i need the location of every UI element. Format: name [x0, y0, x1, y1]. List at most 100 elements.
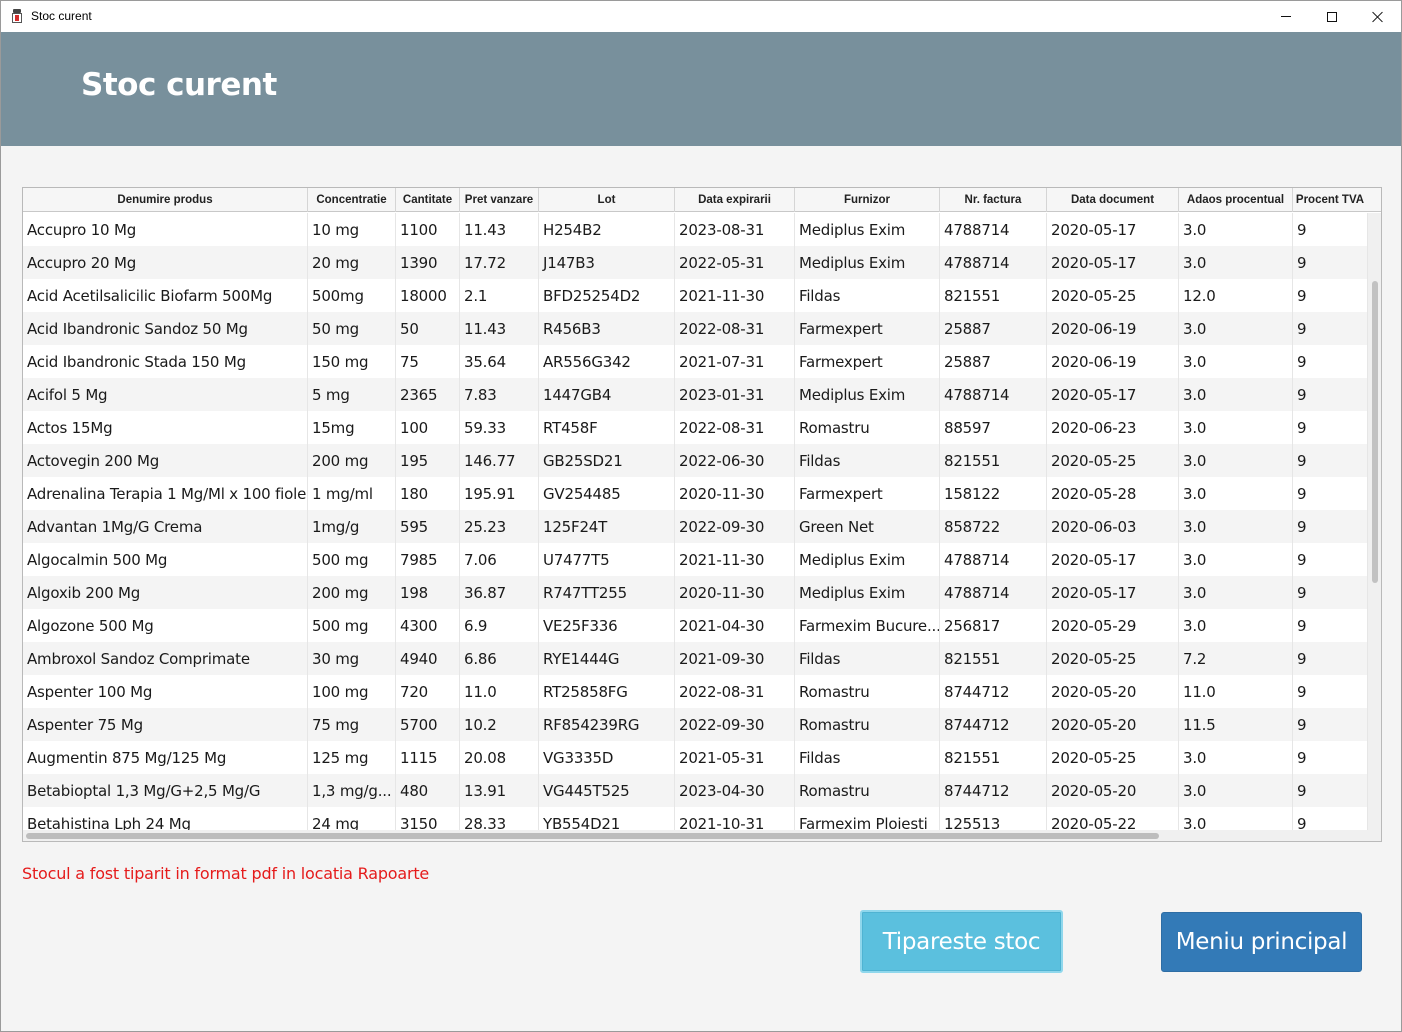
table-row[interactable]: Acid Acetilsalicilic Biofarm 500Mg 500mg 1… [23, 279, 1368, 312]
cell-lot: VE25F336 [539, 609, 675, 642]
cell-tva: 9 [1293, 345, 1368, 378]
cell-denumire: Acifol 5 Mg [23, 378, 308, 411]
cell-denumire: Augmentin 875 Mg/125 Mg [23, 741, 308, 774]
table-row[interactable]: Actovegin 200 Mg 200 mg 195 146.77 GB25SD21 2… [23, 444, 1368, 477]
cell-pret: 7.83 [460, 378, 539, 411]
table-row[interactable]: Betahistina Lph 24 Mg 24 mg 3150 28.33 YB554… [23, 807, 1368, 830]
cell-tva: 9 [1293, 675, 1368, 708]
cell-cantitate: 3150 [396, 807, 460, 830]
cell-cantitate: 18000 [396, 279, 460, 312]
cell-lot: R747TT255 [539, 576, 675, 609]
cell-tva: 9 [1293, 543, 1368, 576]
cell-lot: 125F24T [539, 510, 675, 543]
cell-cantitate: 100 [396, 411, 460, 444]
cell-cantitate: 1390 [396, 246, 460, 279]
cell-nr-factura: 158122 [940, 477, 1047, 510]
cell-concentratie: 24 mg [308, 807, 396, 830]
cell-tva: 9 [1293, 378, 1368, 411]
stock-table[interactable]: Denumire produs Concentratie Cantitate P… [22, 187, 1382, 842]
table-row[interactable]: Algoxib 200 Mg 200 mg 198 36.87 R747TT255 202… [23, 576, 1368, 609]
cell-furnizor: Farmexim Bucure... [795, 609, 940, 642]
header-filler [1367, 188, 1381, 212]
cell-denumire: Aspenter 100 Mg [23, 675, 308, 708]
table-row[interactable]: Acid Ibandronic Stada 150 Mg 150 mg 75 35.6… [23, 345, 1368, 378]
cell-furnizor: Green Net [795, 510, 940, 543]
column-header-data-document[interactable]: Data document [1047, 188, 1179, 212]
maximize-button[interactable] [1309, 1, 1355, 32]
column-header-concentratie[interactable]: Concentratie [308, 188, 396, 212]
cell-denumire: Actos 15Mg [23, 411, 308, 444]
cell-cantitate: 50 [396, 312, 460, 345]
column-header-lot[interactable]: Lot [539, 188, 675, 212]
cell-denumire: Actovegin 200 Mg [23, 444, 308, 477]
cell-data-expirarii: 2023-04-30 [675, 774, 795, 807]
cell-concentratie: 1,3 mg/g... [308, 774, 396, 807]
close-button[interactable] [1355, 1, 1401, 32]
table-row[interactable]: Accupro 20 Mg 20 mg 1390 17.72 J147B3 2022-05… [23, 246, 1368, 279]
cell-cantitate: 1100 [396, 213, 460, 246]
cell-data-document: 2020-06-19 [1047, 345, 1179, 378]
cell-denumire: Advantan 1Mg/G Crema [23, 510, 308, 543]
table-row[interactable]: Actos 15Mg 15mg 100 59.33 RT458F 2022-08-31 Ro… [23, 411, 1368, 444]
main-menu-button[interactable]: Meniu principal [1161, 912, 1362, 972]
cell-pret: 17.72 [460, 246, 539, 279]
cell-concentratie: 200 mg [308, 444, 396, 477]
column-header-cantitate[interactable]: Cantitate [396, 188, 460, 212]
cell-data-document: 2020-05-22 [1047, 807, 1179, 830]
cell-pret: 7.06 [460, 543, 539, 576]
cell-nr-factura: 8744712 [940, 774, 1047, 807]
cell-data-expirarii: 2021-11-30 [675, 543, 795, 576]
table-row[interactable]: Algocalmin 500 Mg 500 mg 7985 7.06 U7477T5 20… [23, 543, 1368, 576]
cell-tva: 9 [1293, 576, 1368, 609]
vertical-scrollbar[interactable] [1368, 213, 1381, 830]
table-row[interactable]: Accupro 10 Mg 10 mg 1100 11.43 H254B2 2023-08… [23, 213, 1368, 246]
cell-nr-factura: 256817 [940, 609, 1047, 642]
cell-furnizor: Fildas [795, 741, 940, 774]
vertical-scroll-thumb[interactable] [1372, 281, 1378, 583]
column-header-nr-factura[interactable]: Nr. factura [940, 188, 1047, 212]
table-row[interactable]: Acid Ibandronic Sandoz 50 Mg 50 mg 50 11.43… [23, 312, 1368, 345]
cell-concentratie: 500 mg [308, 543, 396, 576]
cell-adaos: 12.0 [1179, 279, 1293, 312]
table-row[interactable]: Acifol 5 Mg 5 mg 2365 7.83 1447GB4 2023-01-31… [23, 378, 1368, 411]
table-row[interactable]: Ambroxol Sandoz Comprimate 30 mg 4940 6.86 R… [23, 642, 1368, 675]
column-header-adaos[interactable]: Adaos procentual [1179, 188, 1293, 212]
cell-lot: RT458F [539, 411, 675, 444]
table-row[interactable]: Advantan 1Mg/G Crema 1mg/g 595 25.23 125F24T… [23, 510, 1368, 543]
print-stock-button[interactable]: Tipareste stoc [860, 910, 1063, 973]
table-row[interactable]: Algozone 500 Mg 500 mg 4300 6.9 VE25F336 2021… [23, 609, 1368, 642]
cell-denumire: Betahistina Lph 24 Mg [23, 807, 308, 830]
window-titlebar: Stoc curent [1, 1, 1401, 32]
minimize-button[interactable] [1263, 1, 1309, 32]
cell-cantitate: 180 [396, 477, 460, 510]
column-header-furnizor[interactable]: Furnizor [795, 188, 940, 212]
table-row[interactable]: Betabioptal 1,3 Mg/G+2,5 Mg/G 1,3 mg/g...… [23, 774, 1368, 807]
cell-nr-factura: 821551 [940, 444, 1047, 477]
column-header-pret[interactable]: Pret vanzare [460, 188, 539, 212]
cell-lot: VG3335D [539, 741, 675, 774]
cell-denumire: Algocalmin 500 Mg [23, 543, 308, 576]
column-header-data-expirarii[interactable]: Data expirarii [675, 188, 795, 212]
column-header-tva[interactable]: Procent TVA [1293, 188, 1368, 212]
cell-furnizor: Mediplus Exim [795, 576, 940, 609]
horizontal-scroll-thumb[interactable] [26, 833, 1159, 839]
table-row[interactable]: Adrenalina Terapia 1 Mg/Ml x 100 fiole 1 … [23, 477, 1368, 510]
cell-furnizor: Mediplus Exim [795, 213, 940, 246]
table-row[interactable]: Aspenter 100 Mg 100 mg 720 11.0 RT25858FG 202… [23, 675, 1368, 708]
cell-cantitate: 195 [396, 444, 460, 477]
cell-tva: 9 [1293, 642, 1368, 675]
column-header-denumire[interactable]: Denumire produs [23, 188, 308, 212]
cell-data-expirarii: 2020-11-30 [675, 576, 795, 609]
cell-tva: 9 [1293, 279, 1368, 312]
cell-nr-factura: 125513 [940, 807, 1047, 830]
table-row[interactable]: Augmentin 875 Mg/125 Mg 125 mg 1115 20.08 VG… [23, 741, 1368, 774]
cell-pret: 13.91 [460, 774, 539, 807]
horizontal-scrollbar[interactable] [23, 830, 1368, 841]
cell-adaos: 3.0 [1179, 741, 1293, 774]
cell-tva: 9 [1293, 774, 1368, 807]
cell-denumire: Ambroxol Sandoz Comprimate [23, 642, 308, 675]
cell-data-document: 2020-05-25 [1047, 279, 1179, 312]
table-row[interactable]: Aspenter 75 Mg 75 mg 5700 10.2 RF854239RG 202… [23, 708, 1368, 741]
cell-denumire: Aspenter 75 Mg [23, 708, 308, 741]
cell-furnizor: Mediplus Exim [795, 246, 940, 279]
